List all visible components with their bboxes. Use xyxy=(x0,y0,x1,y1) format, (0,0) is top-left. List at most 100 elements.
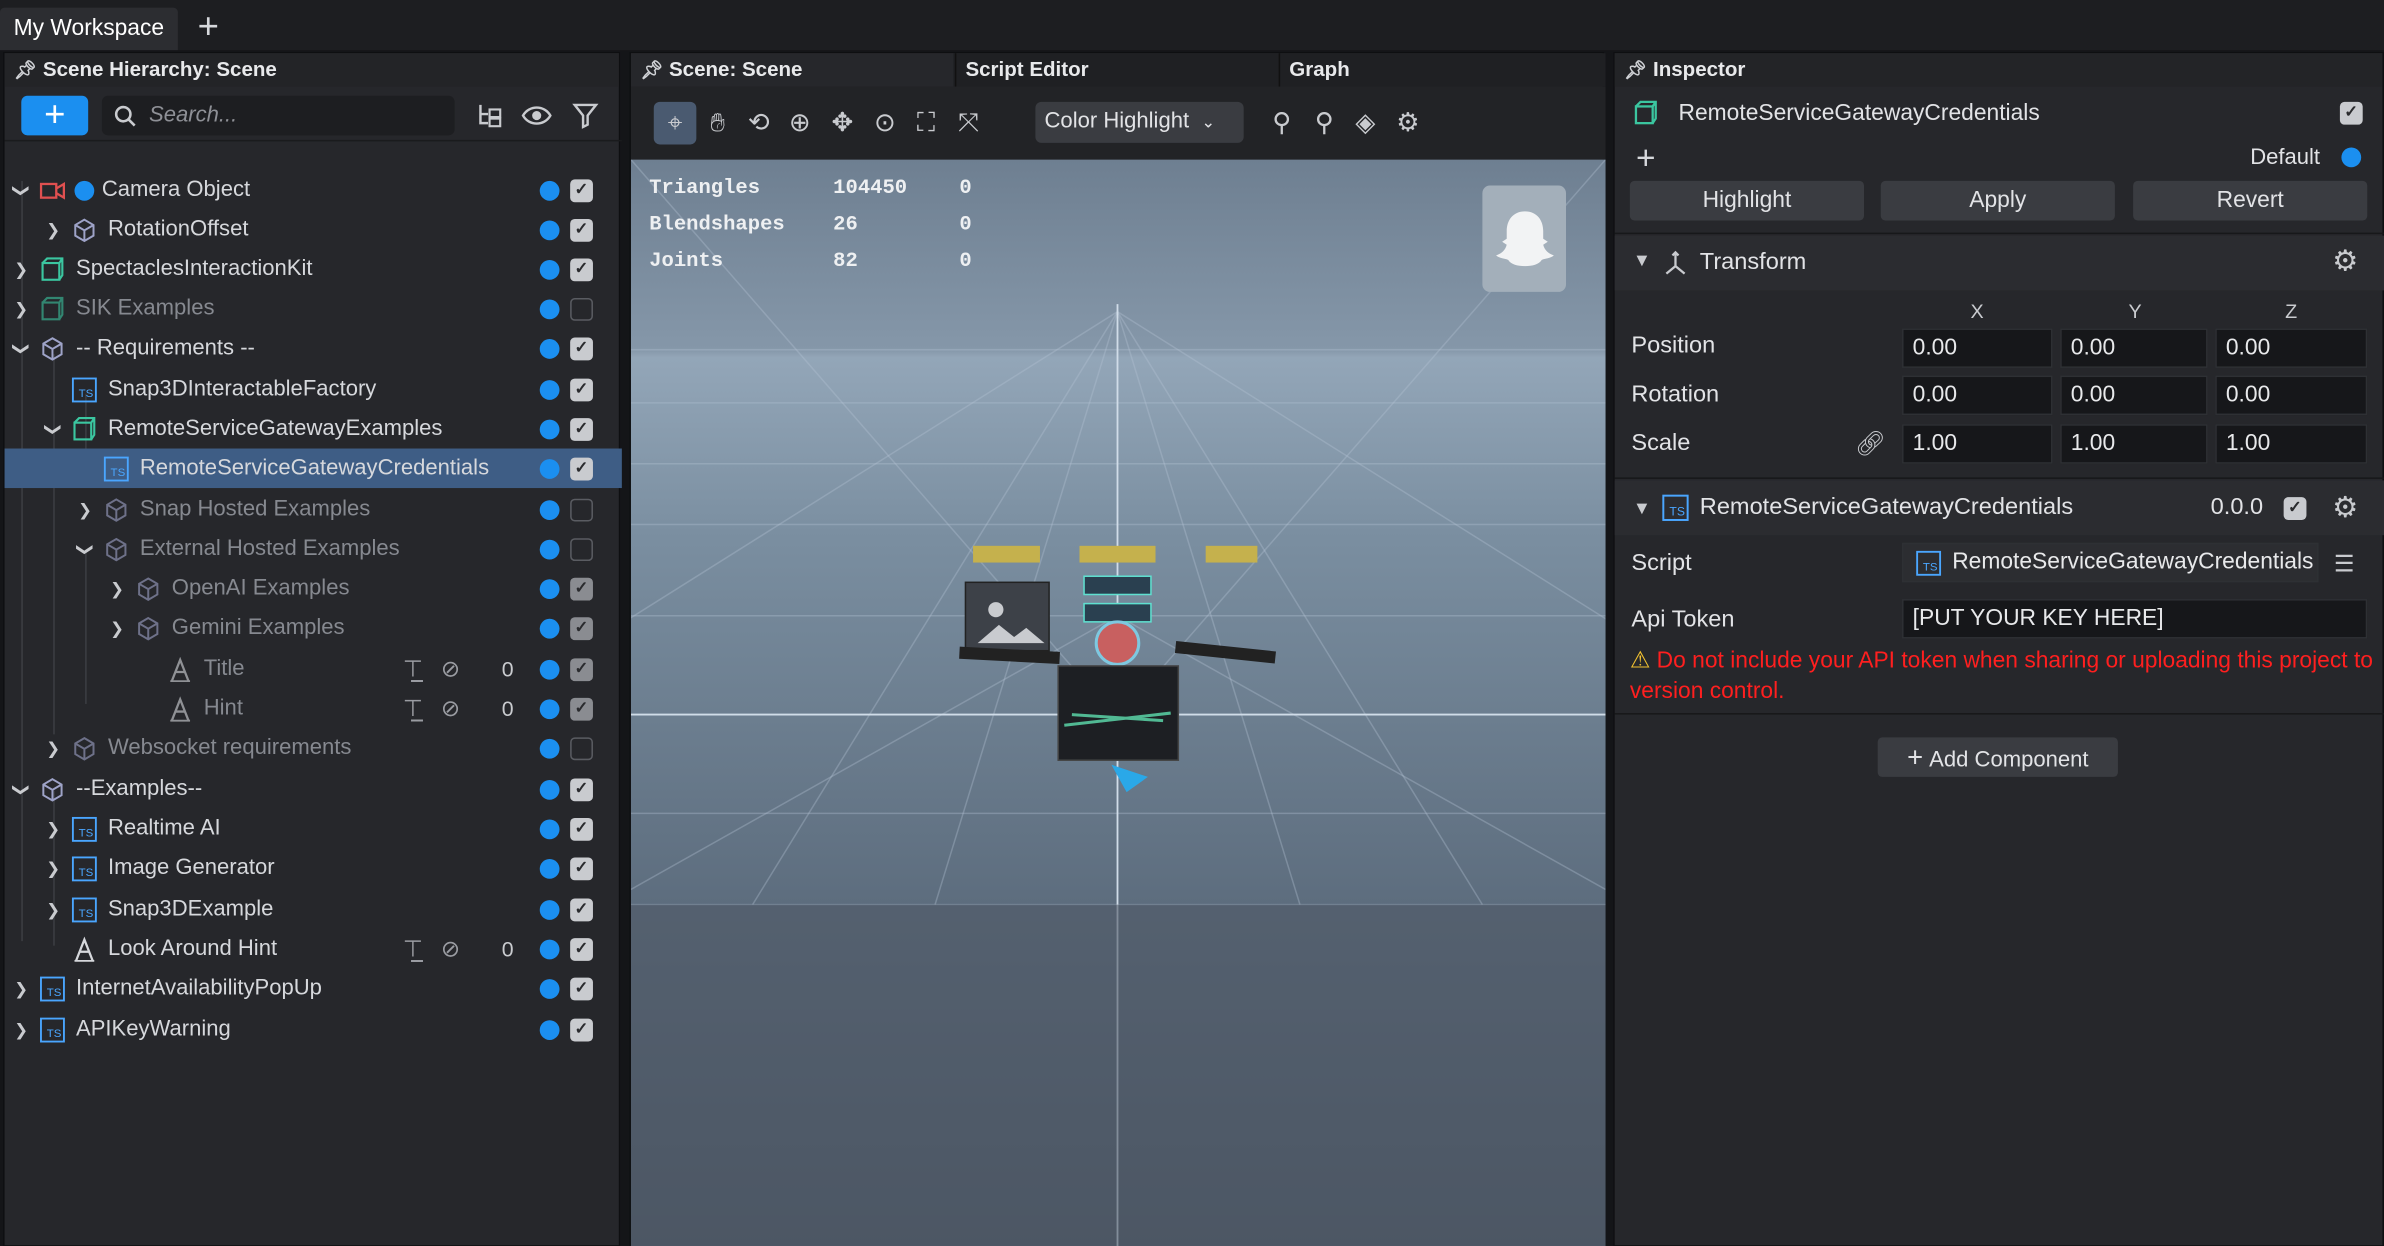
layer-dot[interactable] xyxy=(2341,147,2362,168)
pin-icon[interactable]: 📌︎ xyxy=(640,59,663,80)
preview-ghost-icon[interactable] xyxy=(1482,185,1567,292)
highlight-button[interactable]: Highlight xyxy=(1629,180,1865,221)
color-highlight-dropdown[interactable]: Color Highlight ⌄ xyxy=(1035,101,1244,143)
camera-search-icon[interactable]: ⚲ xyxy=(1308,106,1341,139)
pin-icon[interactable]: 📌︎ xyxy=(1624,53,1647,86)
visibility-dot[interactable] xyxy=(539,698,560,719)
enabled-checkbox[interactable] xyxy=(570,297,593,321)
enabled-checkbox[interactable]: ✓ xyxy=(570,976,593,1000)
visibility-dot[interactable] xyxy=(539,219,560,240)
hierarchy-row[interactable]: ❯ TS Image Generator ✓ xyxy=(5,848,622,888)
hierarchy-row[interactable]: ❯ Websocket requirements xyxy=(5,728,622,768)
chevron-right-icon[interactable]: ❯ xyxy=(108,618,126,638)
chevron-right-icon[interactable]: ❯ xyxy=(44,899,62,919)
no-render-icon[interactable]: ⊘ xyxy=(441,695,460,722)
rotate-tool-icon[interactable]: ⊙ xyxy=(868,106,901,139)
hierarchy-row[interactable]: ❯ Gemini Examples ✓ xyxy=(5,608,622,648)
visibility-dot[interactable] xyxy=(539,618,560,638)
text-align-icon[interactable]: ⊤̲ xyxy=(403,695,423,722)
object-enabled-checkbox[interactable]: ✓ xyxy=(2339,101,2363,125)
text-align-icon[interactable]: ⊤̲ xyxy=(403,655,423,683)
hierarchy-row[interactable]: ❯ -- Requirements -- ✓ xyxy=(5,328,622,368)
hierarchy-row[interactable]: ❯ TS Snap3DExample ✓ xyxy=(5,889,622,929)
add-component-button[interactable]: + Add Component xyxy=(1877,737,2118,777)
scale-z-field[interactable]: 1.00 xyxy=(2215,424,2368,464)
gear-icon[interactable]: ⚙ xyxy=(2332,245,2358,280)
chevron-down-icon[interactable]: ▼ xyxy=(1633,249,1651,270)
visibility-dot[interactable] xyxy=(539,978,560,999)
hierarchy-row[interactable]: ❯ --Examples-- ✓ xyxy=(5,769,622,809)
tab-scene[interactable]: 📌︎ Scene: Scene xyxy=(630,53,954,87)
chevron-right-icon[interactable]: ❯ xyxy=(12,978,30,998)
hierarchy-row[interactable]: Hint ⊤̲ ⊘ 0 ✓ xyxy=(5,689,622,729)
enabled-checkbox[interactable]: ✓ xyxy=(570,897,593,921)
enabled-checkbox[interactable] xyxy=(570,537,593,561)
visibility-dot[interactable] xyxy=(539,338,560,359)
visibility-dot[interactable] xyxy=(539,1019,560,1040)
hierarchy-row[interactable]: ❯ TS Realtime AI ✓ xyxy=(5,809,622,849)
chevron-down-icon[interactable]: ❯ xyxy=(43,420,63,438)
visibility-dot[interactable] xyxy=(539,458,560,479)
hierarchy-row[interactable]: ❯ RotationOffset ✓ xyxy=(5,210,622,250)
rect-tool-icon[interactable]: ⤧ xyxy=(952,106,985,139)
sliders-icon[interactable]: ☰ xyxy=(2334,550,2354,578)
no-render-icon[interactable]: ⊘ xyxy=(441,935,460,963)
enabled-checkbox[interactable]: ✓ xyxy=(570,697,593,720)
select-tool-icon[interactable]: ⌖ xyxy=(653,101,697,145)
hierarchy-row[interactable]: ❯ Snap Hosted Examples xyxy=(5,490,622,530)
visibility-dot[interactable] xyxy=(539,379,560,400)
scene-viewport[interactable]: Triangles 104450 0 Blendshapes 26 0 Join… xyxy=(630,159,1606,1246)
visibility-dot[interactable] xyxy=(539,259,560,279)
hierarchy-row[interactable]: ❯ Camera Object ✓ xyxy=(5,170,622,210)
rotate-view-icon[interactable]: ⟲ xyxy=(742,106,775,139)
enabled-checkbox[interactable]: ✓ xyxy=(570,817,593,841)
enabled-checkbox[interactable]: ✓ xyxy=(570,616,593,640)
component-header[interactable]: ▼ TS RemoteServiceGatewayCredentials 0.0… xyxy=(1614,480,2384,536)
visibility-dot[interactable] xyxy=(539,298,560,319)
chevron-down-icon[interactable]: ❯ xyxy=(75,540,95,558)
filter-icon[interactable] xyxy=(572,102,599,129)
visibility-dot[interactable] xyxy=(539,418,560,439)
zoom-icon[interactable]: ⊕ xyxy=(783,106,816,139)
enabled-checkbox[interactable]: ✓ xyxy=(570,576,593,600)
visibility-dot[interactable] xyxy=(539,659,560,679)
add-object-button[interactable]: + xyxy=(21,96,89,136)
position-y-field[interactable]: 0.00 xyxy=(2060,328,2208,368)
tree-view-icon[interactable] xyxy=(476,102,503,129)
position-x-field[interactable]: 0.00 xyxy=(1902,328,2053,368)
visibility-dot[interactable] xyxy=(539,499,560,520)
hierarchy-row[interactable]: ❯ SpectaclesInteractionKit ✓ xyxy=(5,249,622,289)
preview-icon[interactable]: ◈ xyxy=(1349,106,1382,139)
visibility-dot[interactable] xyxy=(539,779,560,799)
chevron-right-icon[interactable]: ❯ xyxy=(76,499,94,519)
tab-script-editor[interactable]: Script Editor xyxy=(954,53,1277,87)
visibility-dot[interactable] xyxy=(539,818,560,839)
transform-header[interactable]: ▼ Transform ⚙ xyxy=(1614,235,2384,291)
apply-button[interactable]: Apply xyxy=(1880,180,2115,221)
chevron-down-icon[interactable]: ▼ xyxy=(1633,497,1651,518)
add-workspace-button[interactable]: + xyxy=(198,5,219,51)
enabled-checkbox[interactable]: ✓ xyxy=(570,178,593,202)
enabled-checkbox[interactable] xyxy=(570,736,593,760)
object-name[interactable]: RemoteServiceGatewayCredentials xyxy=(1679,100,2040,126)
position-z-field[interactable]: 0.00 xyxy=(2215,328,2368,368)
rotation-y-field[interactable]: 0.00 xyxy=(2060,375,2208,416)
enabled-checkbox[interactable]: ✓ xyxy=(570,456,593,480)
enabled-checkbox[interactable]: ✓ xyxy=(570,417,593,441)
visibility-dot[interactable] xyxy=(539,738,560,758)
visibility-dot[interactable] xyxy=(539,899,560,920)
pin-icon[interactable]: 📌︎ xyxy=(14,53,37,86)
search-input[interactable] xyxy=(148,103,438,128)
no-render-icon[interactable]: ⊘ xyxy=(441,655,460,683)
link-icon[interactable]: 🔗︎ xyxy=(1855,429,1886,459)
enabled-checkbox[interactable]: ✓ xyxy=(570,257,593,281)
gear-icon[interactable]: ⚙ xyxy=(2332,491,2358,526)
hierarchy-row[interactable]: ❯ TS APIKeyWarning ✓ xyxy=(5,1010,622,1050)
chevron-down-icon[interactable]: ❯ xyxy=(11,181,31,199)
hierarchy-row[interactable]: TS RemoteServiceGatewayCredentials ✓ xyxy=(4,448,622,489)
enabled-checkbox[interactable]: ✓ xyxy=(570,377,593,401)
hierarchy-row[interactable]: Look Around Hint ⊤̲ ⊘ 0 ✓ xyxy=(5,929,622,969)
rotation-z-field[interactable]: 0.00 xyxy=(2215,375,2368,416)
gizmo-icon[interactable]: ⚲ xyxy=(1265,106,1298,139)
move-tool-icon[interactable]: ✥ xyxy=(826,106,859,139)
